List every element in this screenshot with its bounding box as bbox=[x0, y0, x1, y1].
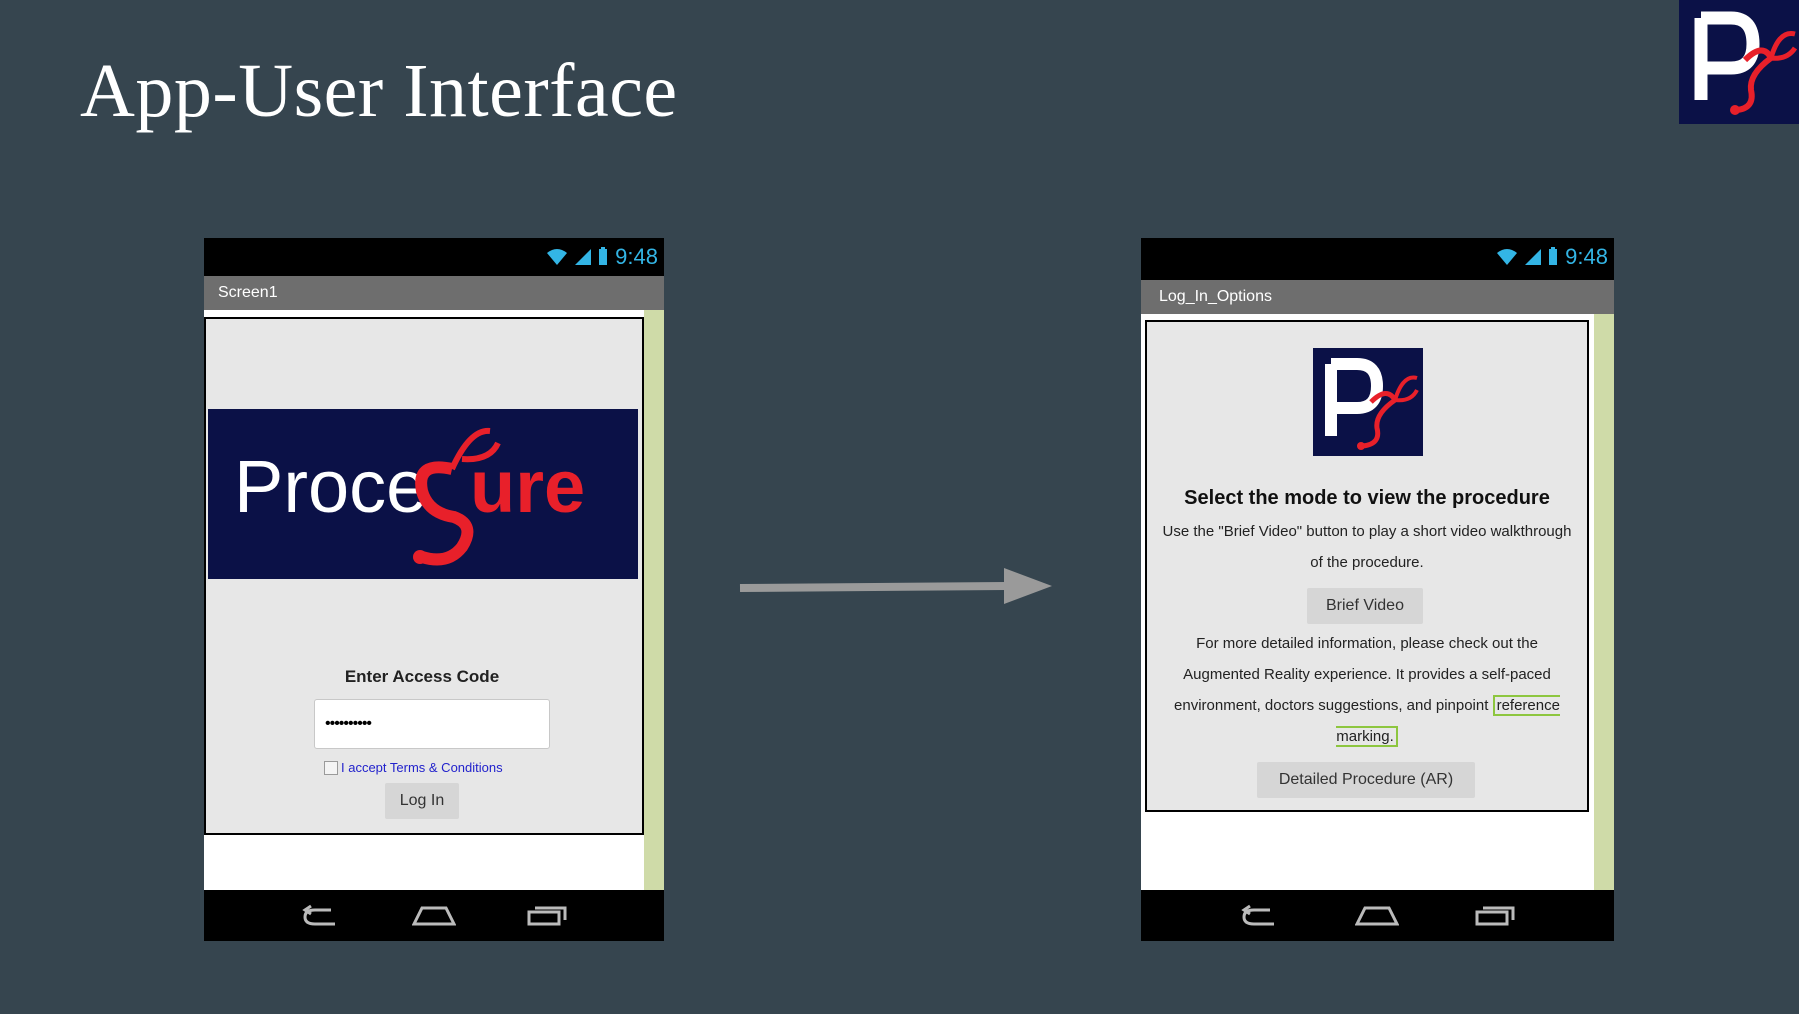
home-icon bbox=[411, 906, 456, 925]
slide-title: App-User Interface bbox=[80, 49, 678, 133]
login-panel: Proce ure Enter Access Code •••••••••• I… bbox=[204, 317, 644, 835]
side-strip bbox=[644, 310, 664, 890]
nav-bar bbox=[1141, 890, 1614, 941]
home-button[interactable] bbox=[1355, 902, 1400, 930]
options-panel: Select the mode to view the procedure Us… bbox=[1145, 320, 1589, 812]
status-time: 9:48 bbox=[1565, 244, 1608, 269]
recents-button[interactable] bbox=[525, 902, 569, 930]
back-button[interactable] bbox=[1238, 902, 1282, 930]
status-bar: 9:48 bbox=[204, 238, 664, 276]
screen-title: Log_In_Options bbox=[1141, 280, 1614, 314]
battery-icon bbox=[1549, 247, 1558, 265]
detail-description: For more detailed information, please ch… bbox=[1157, 628, 1577, 752]
nav-bar bbox=[204, 890, 664, 941]
arrow-right-icon bbox=[739, 568, 1052, 604]
back-button[interactable] bbox=[299, 902, 343, 930]
access-code-label: Enter Access Code bbox=[344, 667, 500, 686]
recents-icon bbox=[1475, 906, 1515, 925]
signal-icon bbox=[575, 249, 592, 265]
recents-button[interactable] bbox=[1473, 902, 1517, 930]
screen-title: Screen1 bbox=[204, 276, 664, 310]
login-button[interactable]: Log In bbox=[385, 783, 459, 819]
phone-screen1: 9:48 Screen1 Proce ure Enter Access Code… bbox=[204, 238, 664, 941]
wifi-icon bbox=[547, 249, 568, 265]
back-icon bbox=[301, 904, 335, 925]
detailed-procedure-button[interactable]: Detailed Procedure (AR) bbox=[1257, 762, 1475, 798]
access-code-input[interactable]: •••••••••• bbox=[314, 699, 550, 749]
banner-text-white: Proce bbox=[234, 445, 427, 528]
home-button[interactable] bbox=[411, 902, 456, 930]
back-icon bbox=[1241, 904, 1274, 925]
brand-logo bbox=[1679, 0, 1799, 124]
banner-text-red: ure bbox=[470, 445, 585, 528]
recents-icon bbox=[527, 906, 567, 925]
mode-heading: Select the mode to view the procedure bbox=[1184, 487, 1550, 509]
screen-area: Proce ure Enter Access Code •••••••••• I… bbox=[204, 310, 664, 890]
procesure-banner: Proce ure bbox=[208, 409, 638, 579]
side-strip bbox=[1594, 314, 1614, 890]
screen-area: Select the mode to view the procedure Us… bbox=[1141, 314, 1614, 890]
app-logo bbox=[1313, 348, 1423, 456]
terms-label[interactable]: I accept Terms & Conditions bbox=[341, 760, 503, 775]
signal-icon bbox=[1525, 249, 1542, 265]
brief-description: Use the "Brief Video" button to play a s… bbox=[1162, 523, 1572, 571]
terms-checkbox[interactable] bbox=[324, 760, 338, 775]
stethoscope-logo bbox=[1325, 358, 1419, 450]
home-icon bbox=[1355, 906, 1400, 925]
procesure-logo: Proce ure bbox=[234, 427, 585, 566]
terms-row[interactable]: I accept Terms & Conditions bbox=[324, 760, 503, 775]
stethoscope-logo bbox=[1694, 11, 1798, 115]
brief-video-button[interactable]: Brief Video bbox=[1307, 588, 1423, 624]
phone-log-in-options: 9:48 Log_In_Options Select the mode to v… bbox=[1141, 238, 1614, 941]
wifi-icon bbox=[1497, 249, 1518, 265]
status-bar: 9:48 bbox=[1141, 238, 1614, 276]
battery-icon bbox=[599, 247, 608, 265]
status-time: 9:48 bbox=[615, 244, 658, 269]
